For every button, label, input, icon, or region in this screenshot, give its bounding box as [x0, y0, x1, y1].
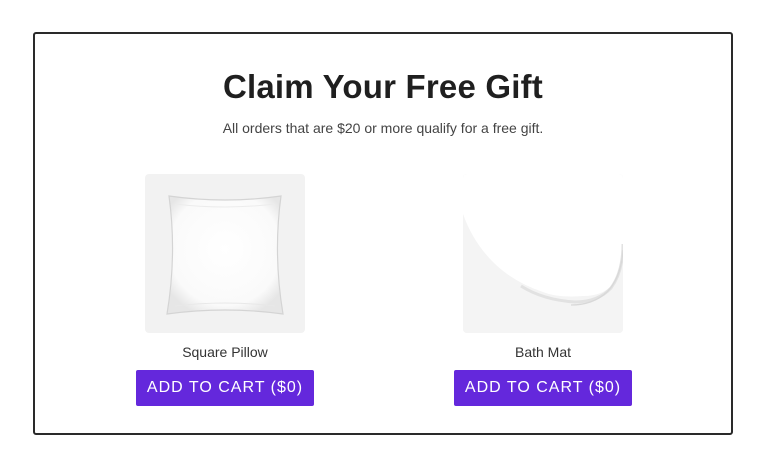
- add-to-cart-button[interactable]: ADD TO CART ($0): [135, 370, 315, 406]
- bath-mat-image[interactable]: [463, 174, 623, 333]
- product-card-bath-mat: Bath Mat ADD TO CART ($0): [443, 174, 643, 406]
- bath-mat-illustration: [463, 174, 623, 333]
- product-name: Bath Mat: [514, 344, 572, 360]
- product-card-square-pillow: Square Pillow ADD TO CART ($0): [125, 174, 325, 406]
- free-gift-modal: Claim Your Free Gift All orders that are…: [33, 32, 733, 435]
- square-pillow-illustration: [166, 195, 284, 315]
- product-name: Square Pillow: [182, 344, 268, 360]
- modal-subtitle: All orders that are $20 or more qualify …: [222, 120, 544, 136]
- square-pillow-image[interactable]: [145, 174, 305, 333]
- add-to-cart-button[interactable]: ADD TO CART ($0): [453, 370, 633, 406]
- modal-title: Claim Your Free Gift: [222, 68, 543, 105]
